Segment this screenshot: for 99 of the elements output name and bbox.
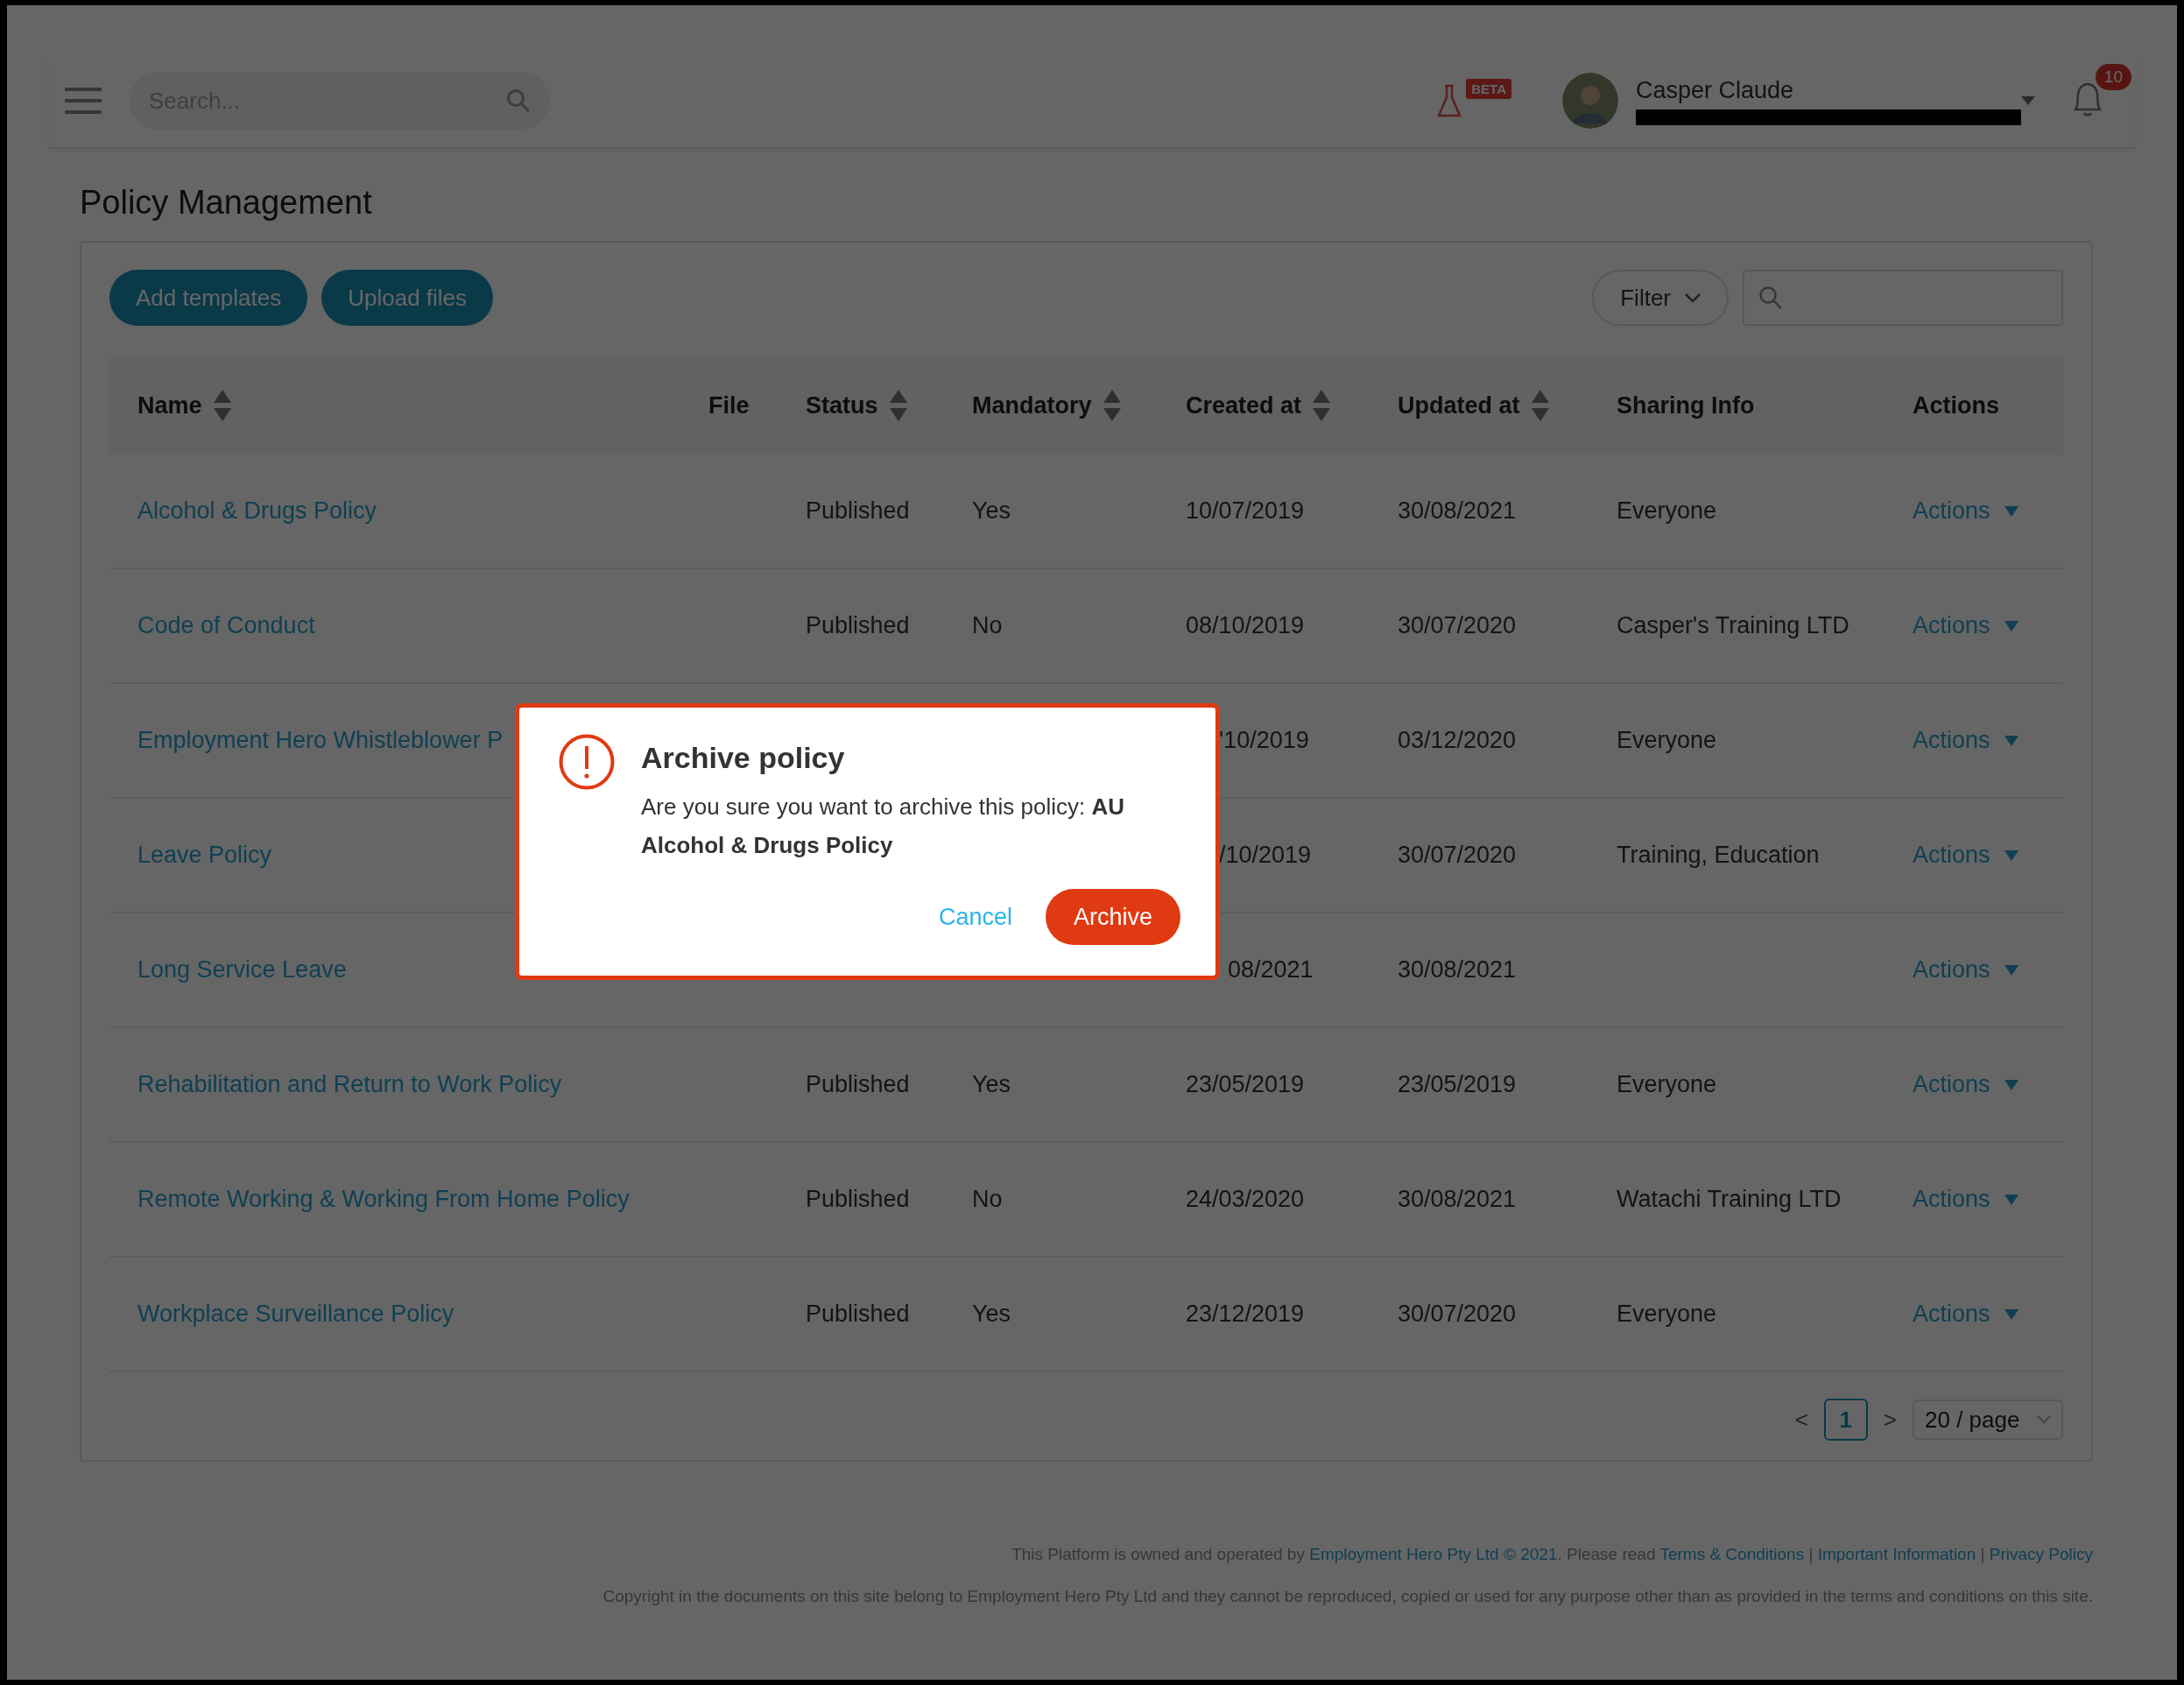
table-cell: 30/07/2020: [1398, 842, 1517, 868]
footer-link[interactable]: Employment Hero Pty Ltd © 2021: [1309, 1545, 1558, 1563]
column-header[interactable]: Created at: [1186, 391, 1302, 419]
page-button[interactable]: 1: [1823, 1399, 1868, 1441]
caret-icon[interactable]: [2004, 1194, 2018, 1205]
policy-link[interactable]: Long Service Leave: [137, 956, 347, 983]
table-cell: 30/07/2020: [1398, 1301, 1517, 1327]
table-cell: Yes: [972, 1301, 1011, 1327]
table-cell: 30/08/2021: [1398, 497, 1517, 524]
policy-link[interactable]: Workplace Surveillance Policy: [137, 1301, 454, 1327]
policy-link[interactable]: Code of Conduct: [137, 612, 315, 638]
table-cell: 24/03/2020: [1186, 1186, 1305, 1212]
table-cell: Watachi Training LTD: [1617, 1186, 1842, 1212]
table-cell: 30/07/2020: [1398, 612, 1517, 638]
table-cell: Published: [806, 612, 910, 638]
table-cell: Casper's Training LTD: [1617, 612, 1849, 638]
sort-icon[interactable]: [1530, 388, 1550, 423]
caret-icon[interactable]: [2004, 505, 2018, 517]
caret-icon[interactable]: [2004, 964, 2018, 976]
table-cell: Yes: [972, 497, 1011, 524]
caret-icon[interactable]: [2004, 620, 2018, 631]
toolbar-button[interactable]: Upload files: [321, 270, 494, 326]
dialog-message: Are you sure you want to archive this policy: AU Alcohol & Drugs Policy: [641, 793, 1126, 860]
toolbar-button[interactable]: Add templates: [109, 270, 308, 326]
table-cell: '10/2019: [1219, 727, 1309, 753]
table-cell: Everyone: [1617, 497, 1717, 524]
footer-link[interactable]: Important Information: [1817, 1545, 1976, 1563]
table-cell: 30/08/2021: [1398, 956, 1517, 983]
sort-icon[interactable]: [1312, 388, 1332, 423]
table-cell: Published: [806, 497, 910, 524]
table-cell: 23/12/2019: [1186, 1301, 1305, 1327]
table-cell: No: [972, 1186, 1003, 1212]
policy-link[interactable]: Alcohol & Drugs Policy: [137, 497, 377, 524]
caret-icon[interactable]: [2004, 735, 2018, 746]
actions-link[interactable]: Actions: [1913, 727, 1990, 754]
page-title: Policy Management: [80, 184, 373, 222]
notification-badge: 10: [2095, 64, 2131, 90]
table-cell: Published: [806, 1186, 910, 1212]
table-cell: 23/05/2019: [1398, 1071, 1517, 1097]
table-cell: 08/10/2019: [1186, 612, 1305, 638]
column-header[interactable]: Name: [137, 391, 202, 419]
footer-link[interactable]: Privacy Policy: [1989, 1545, 2093, 1563]
actions-link[interactable]: Actions: [1913, 842, 1990, 869]
table-cell: No: [972, 612, 1003, 638]
table-cell: Everyone: [1617, 1071, 1717, 1097]
table-cell: 23/05/2019: [1186, 1071, 1305, 1097]
table-cell: Published: [806, 1071, 910, 1097]
actions-link[interactable]: Actions: [1913, 956, 1990, 984]
caret-icon[interactable]: [2004, 1079, 2018, 1090]
table-cell: Yes: [972, 1071, 1011, 1097]
caret-icon[interactable]: [2021, 96, 2035, 105]
archive-button[interactable]: Archive: [1045, 889, 1180, 945]
avatar[interactable]: [1562, 73, 1618, 129]
sort-icon[interactable]: [888, 388, 908, 423]
actions-link[interactable]: Actions: [1913, 497, 1990, 525]
chevron-icon: [1685, 293, 1701, 303]
table-cell: Everyone: [1617, 727, 1717, 753]
caret-icon[interactable]: [2004, 850, 2018, 861]
user-name[interactable]: Casper Claude: [1636, 76, 2021, 104]
column-header[interactable]: Mandatory: [972, 391, 1092, 419]
chevron-icon: [2037, 1415, 2051, 1424]
column-header[interactable]: Updated at: [1398, 391, 1520, 419]
table-cell: Published: [806, 1301, 910, 1327]
actions-link[interactable]: Actions: [1913, 1186, 1990, 1213]
table-cell: 03/12/2020: [1398, 727, 1517, 753]
table-cell: 08/2021: [1228, 956, 1314, 983]
search-icon[interactable]: [506, 88, 531, 113]
warning-icon: [559, 734, 615, 790]
policy-link[interactable]: Employment Hero Whistleblower P: [137, 727, 504, 753]
cancel-button[interactable]: Cancel: [933, 902, 1018, 932]
column-header: Actions: [1913, 391, 1999, 419]
policy-link[interactable]: Leave Policy: [137, 842, 272, 868]
flask-icon[interactable]: [1436, 83, 1463, 118]
actions-link[interactable]: Actions: [1913, 612, 1990, 639]
table-cell: 30/08/2021: [1398, 1186, 1517, 1212]
beta-badge: BETA: [1466, 79, 1511, 99]
sort-icon[interactable]: [212, 388, 232, 423]
table-cell: Everyone: [1617, 1301, 1717, 1327]
dialog-title: Archive policy: [641, 741, 846, 775]
table-cell: Training, Education: [1617, 842, 1820, 868]
policy-link[interactable]: Rehabilitation and Return to Work Policy: [137, 1071, 562, 1097]
table-cell: /10/2019: [1219, 842, 1312, 868]
search-field[interactable]: [1743, 270, 2063, 326]
column-header: File: [708, 391, 750, 419]
caret-icon[interactable]: [2004, 1308, 2018, 1320]
next-page-button[interactable]: >: [1883, 1406, 1897, 1434]
search-icon: [1758, 286, 1783, 310]
table-cell: 10/07/2019: [1186, 497, 1305, 524]
page-size-select[interactable]: 20 / page: [1913, 1399, 2063, 1440]
policy-link[interactable]: Remote Working & Working From Home Policy: [137, 1186, 630, 1212]
footer-link[interactable]: Terms & Conditions: [1659, 1545, 1805, 1563]
filter-button[interactable]: Filter: [1592, 270, 1729, 326]
previous-page-button[interactable]: <: [1794, 1406, 1808, 1434]
actions-link[interactable]: Actions: [1913, 1071, 1990, 1098]
sort-icon[interactable]: [1102, 388, 1122, 423]
column-header[interactable]: Status: [806, 391, 878, 419]
actions-link[interactable]: Actions: [1913, 1301, 1990, 1328]
menu-icon[interactable]: [63, 87, 103, 115]
column-header: Sharing Info: [1617, 391, 1755, 419]
